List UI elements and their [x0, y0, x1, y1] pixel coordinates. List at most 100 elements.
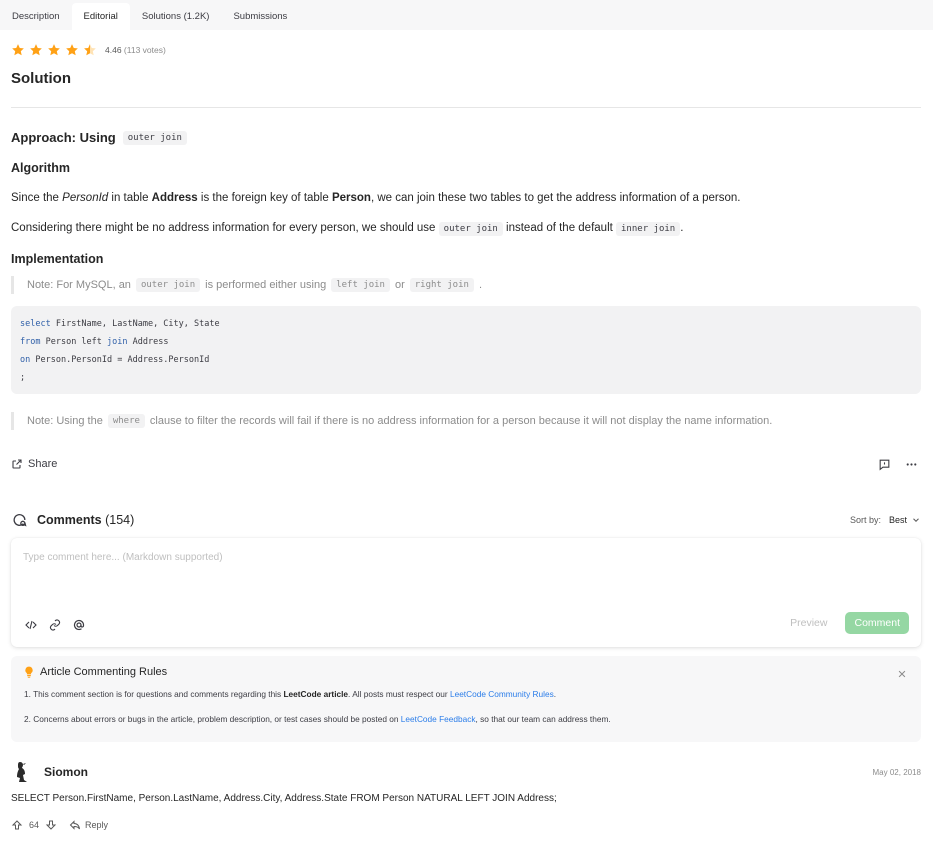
code-line: from Person left join Address [20, 333, 912, 351]
editorial-content: 4.46 (113 votes) Solution Approach: Usin… [0, 41, 933, 831]
text: . [553, 689, 557, 699]
inline-code: inner join [616, 222, 681, 236]
inline-code: outer join [438, 222, 503, 236]
code-keyword: join [107, 337, 128, 347]
text: in table [108, 192, 152, 204]
code-line: on Person.PersonId = Address.PersonId [20, 351, 912, 369]
share-icon [12, 459, 22, 469]
upvote-icon[interactable] [11, 819, 23, 831]
comments-title: Comments (154) [11, 512, 134, 528]
tab-solutions[interactable]: Solutions (1.2K) [130, 3, 222, 30]
text: clause to filter the records will fail i… [149, 415, 773, 427]
code-keyword: on [20, 355, 31, 365]
text: is performed either using [205, 279, 327, 291]
lightbulb-icon [25, 666, 33, 678]
reply-button[interactable]: Reply [69, 819, 108, 831]
star-icon[interactable] [29, 43, 43, 57]
comments-label: Comments [37, 513, 102, 527]
text: 1. This comment section is for questions… [24, 689, 284, 699]
code-text: Person.PersonId = Address.PersonId [30, 355, 210, 365]
tab-editorial[interactable]: Editorial [71, 3, 130, 30]
code-line: select FirstName, LastName, City, State [20, 315, 912, 333]
sort-by-label: Sort by: [849, 515, 881, 525]
more-icon[interactable] [905, 458, 918, 471]
mention-icon[interactable] [73, 619, 85, 631]
text: instead of the default [502, 222, 617, 234]
text: . [680, 222, 684, 234]
community-rules-link[interactable]: LeetCode Community Rules [450, 689, 554, 699]
approach-label: Approach: Using [11, 130, 116, 145]
link-icon[interactable] [49, 619, 61, 631]
comment-editor[interactable]: Type comment here... (Markdown supported… [11, 538, 921, 647]
code-text: Person left [40, 337, 108, 347]
feedback-link[interactable]: LeetCode Feedback [401, 714, 476, 724]
reply-icon [69, 820, 81, 830]
star-icon[interactable] [65, 43, 79, 57]
editor-toolbar [25, 619, 85, 631]
code-keyword: select [20, 319, 51, 329]
comments-count: (154) [105, 513, 135, 527]
divider [11, 107, 921, 108]
code-text: FirstName, LastName, City, State [50, 319, 220, 329]
share-row: Share [11, 456, 921, 472]
text: . All posts must respect our [348, 689, 450, 699]
tab-submissions[interactable]: Submissions [221, 3, 299, 30]
tab-description[interactable]: Description [0, 3, 72, 30]
editor-buttons: Preview Comment [790, 612, 909, 634]
reply-label: Reply [85, 820, 109, 830]
code-line: ; [20, 373, 26, 383]
avatar[interactable] [11, 760, 33, 784]
text-italic: PersonId [62, 192, 109, 204]
text: 2. Concerns about errors or bugs in the … [24, 714, 401, 724]
comment-username: Siomon [44, 765, 88, 779]
algorithm-heading: Algorithm [11, 161, 71, 175]
text: Note: For MySQL, an [27, 279, 131, 291]
feedback-icon[interactable] [878, 458, 891, 471]
inline-code: right join [409, 278, 474, 292]
comment-item: Siomon May 02, 2018 SELECT Person.FirstN… [11, 760, 921, 831]
comment-actions: 64 Reply [11, 819, 921, 831]
comment-date: May 02, 2018 [872, 767, 921, 777]
downvote-icon[interactable] [45, 819, 57, 831]
code-block[interactable]: select FirstName, LastName, City, State … [11, 306, 921, 394]
star-half-icon[interactable] [83, 43, 97, 57]
sort-by-value: Best [888, 515, 907, 525]
text: or [394, 279, 405, 291]
text: . [478, 279, 482, 291]
code-keyword: from [20, 337, 41, 347]
text: , we can join these two tables to get th… [370, 192, 741, 204]
comments-header: Comments (154) Sort by: Best [11, 512, 921, 528]
text-bold: Address [151, 192, 198, 204]
comment-input[interactable]: Type comment here... (Markdown supported… [23, 552, 223, 563]
comment-user[interactable]: Siomon [11, 760, 88, 784]
text-bold: LeetCode article [283, 689, 349, 699]
sort-by-select[interactable]: Sort by: Best [850, 515, 921, 525]
close-icon[interactable] [897, 669, 907, 679]
text: is the foreign key of table [197, 192, 332, 204]
comment-button[interactable]: Comment [845, 612, 909, 634]
star-icon[interactable] [11, 43, 25, 57]
comment-text: SELECT Person.FirstName, Person.LastName… [11, 793, 557, 804]
algorithm-paragraph-2: Considering there might be no address in… [11, 221, 922, 236]
text-bold: Person [331, 192, 371, 204]
share-label: Share [28, 458, 58, 470]
code-icon[interactable] [25, 619, 37, 631]
inline-code: where [107, 414, 145, 428]
rules-line-2: 2. Concerns about errors or bugs in the … [24, 714, 908, 724]
rating-text: 4.46 (113 votes) [105, 45, 166, 55]
preview-button[interactable]: Preview [790, 617, 827, 629]
comment-icon [13, 514, 27, 527]
text: Note: Using the [27, 415, 103, 427]
rating-value: 4.46 [105, 45, 122, 55]
algorithm-paragraph-1: Since the PersonId in table Address is t… [11, 191, 922, 205]
star-icon[interactable] [47, 43, 61, 57]
page-title: Solution [11, 70, 71, 87]
tab-bar: Description Editorial Solutions (1.2K) S… [0, 0, 933, 30]
note-where-clause: Note: Using the where clause to filter t… [11, 412, 922, 430]
text: Since the [11, 192, 63, 204]
rules-title: Article Commenting Rules [24, 666, 908, 678]
inline-code: outer join [135, 278, 201, 292]
rating-votes: (113 votes) [123, 45, 166, 55]
share-button[interactable]: Share [11, 458, 57, 470]
text: Considering there might be no address in… [11, 222, 439, 234]
